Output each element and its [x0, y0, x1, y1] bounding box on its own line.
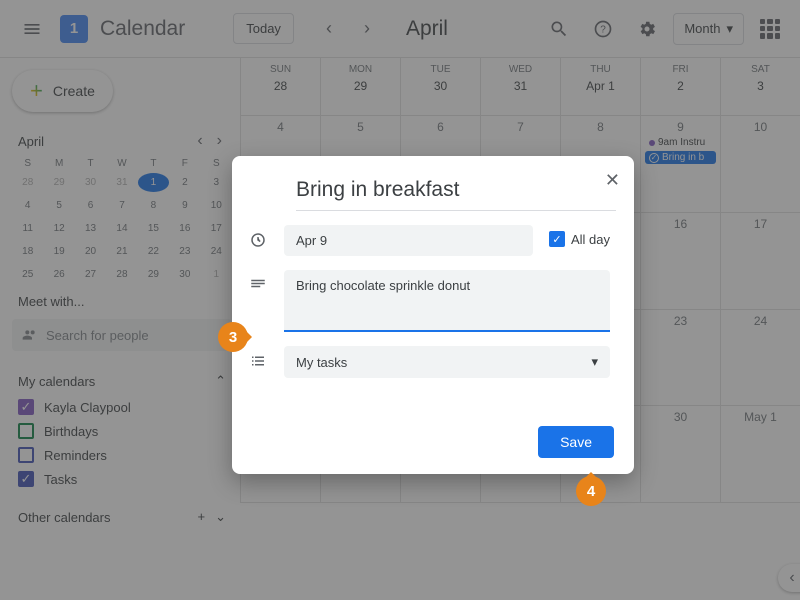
close-icon[interactable]: ✕ — [605, 170, 620, 191]
task-list-value: My tasks — [296, 355, 347, 370]
description-input[interactable]: Bring chocolate sprinkle donut — [284, 270, 610, 332]
dropdown-icon: ▾ — [591, 354, 598, 370]
list-icon — [248, 346, 268, 370]
tutorial-callout-4: 4 — [576, 476, 606, 506]
allday-checkbox[interactable]: ✓ All day — [549, 225, 610, 247]
task-title-input[interactable] — [296, 172, 616, 211]
task-list-select[interactable]: My tasks ▾ — [284, 346, 610, 378]
clock-icon — [248, 225, 268, 249]
description-icon — [248, 270, 268, 294]
allday-label: All day — [571, 232, 610, 247]
save-button[interactable]: Save — [538, 426, 614, 458]
task-dialog: ✕ Apr 9 ✓ All day Bring chocolate sprink… — [232, 156, 634, 474]
date-field[interactable]: Apr 9 — [284, 225, 533, 256]
tutorial-callout-3: 3 — [218, 322, 248, 352]
checkbox-checked-icon: ✓ — [549, 231, 565, 247]
